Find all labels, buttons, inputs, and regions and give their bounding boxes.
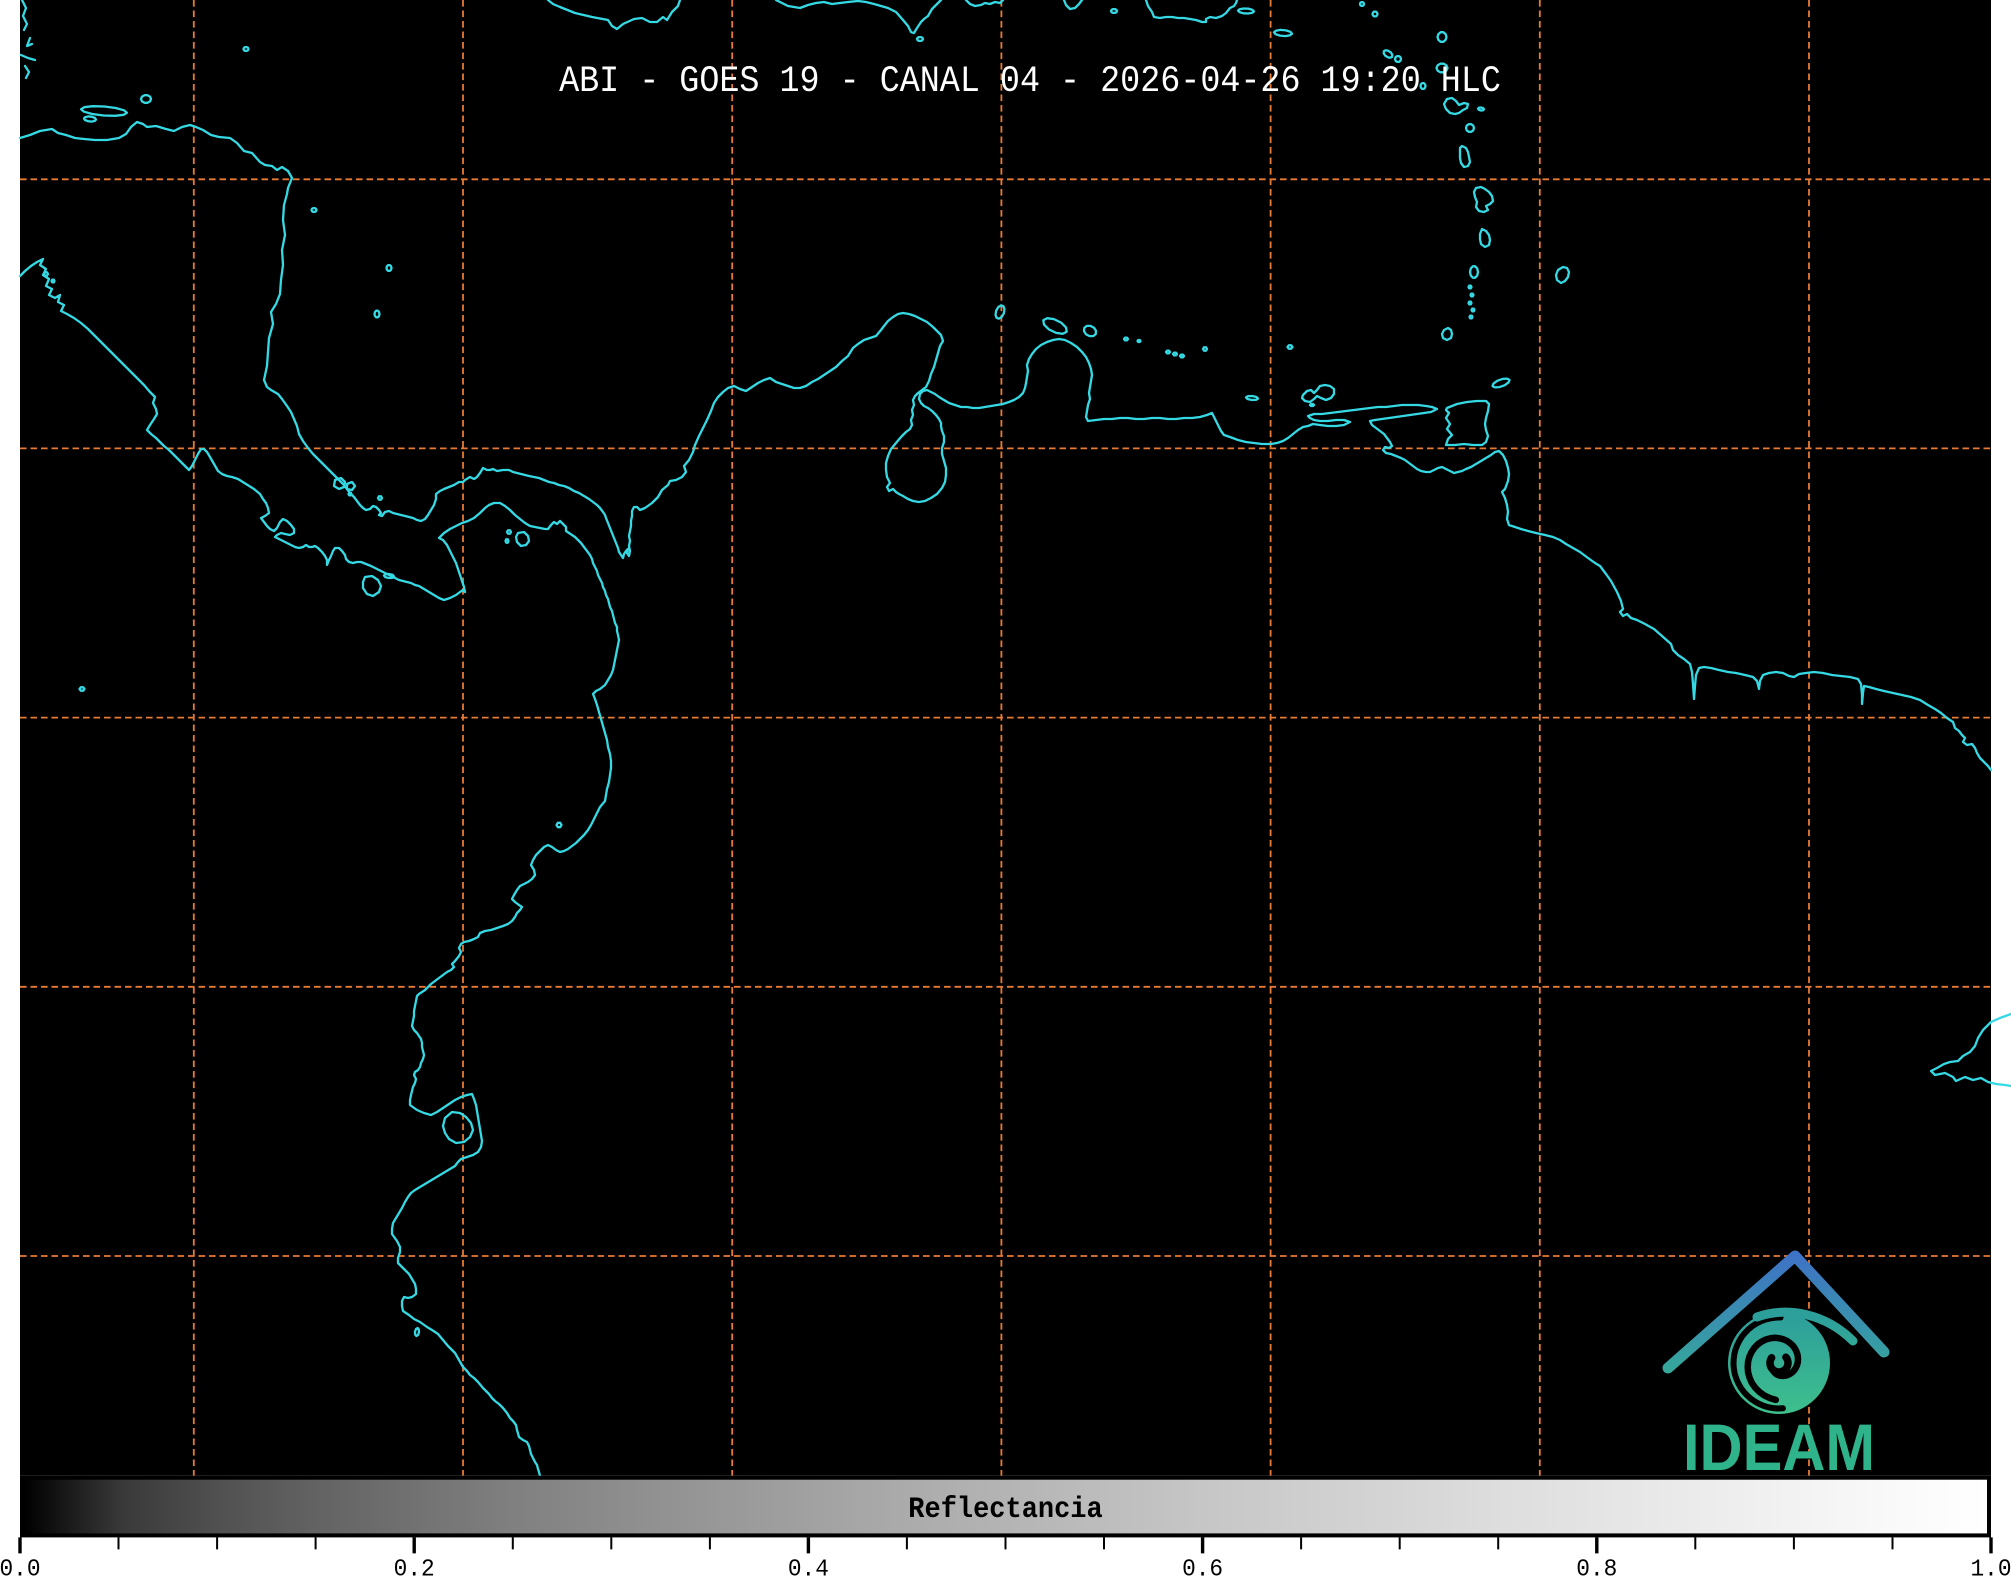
- svg-text:1.0: 1.0: [1970, 1556, 2011, 1577]
- svg-text:0.6: 0.6: [1182, 1556, 1223, 1577]
- svg-text:0.4: 0.4: [788, 1556, 829, 1577]
- svg-text:Reflectancia: Reflectancia: [908, 1492, 1102, 1527]
- svg-text:ABI - GOES 19 - CANAL 04 - 202: ABI - GOES 19 - CANAL 04 - 2026-04-26 19…: [559, 59, 1501, 102]
- svg-text:IDEAM: IDEAM: [1683, 1410, 1875, 1484]
- svg-text:0.0: 0.0: [0, 1556, 41, 1577]
- svg-text:0.2: 0.2: [394, 1556, 435, 1577]
- svg-text:0.8: 0.8: [1576, 1556, 1617, 1577]
